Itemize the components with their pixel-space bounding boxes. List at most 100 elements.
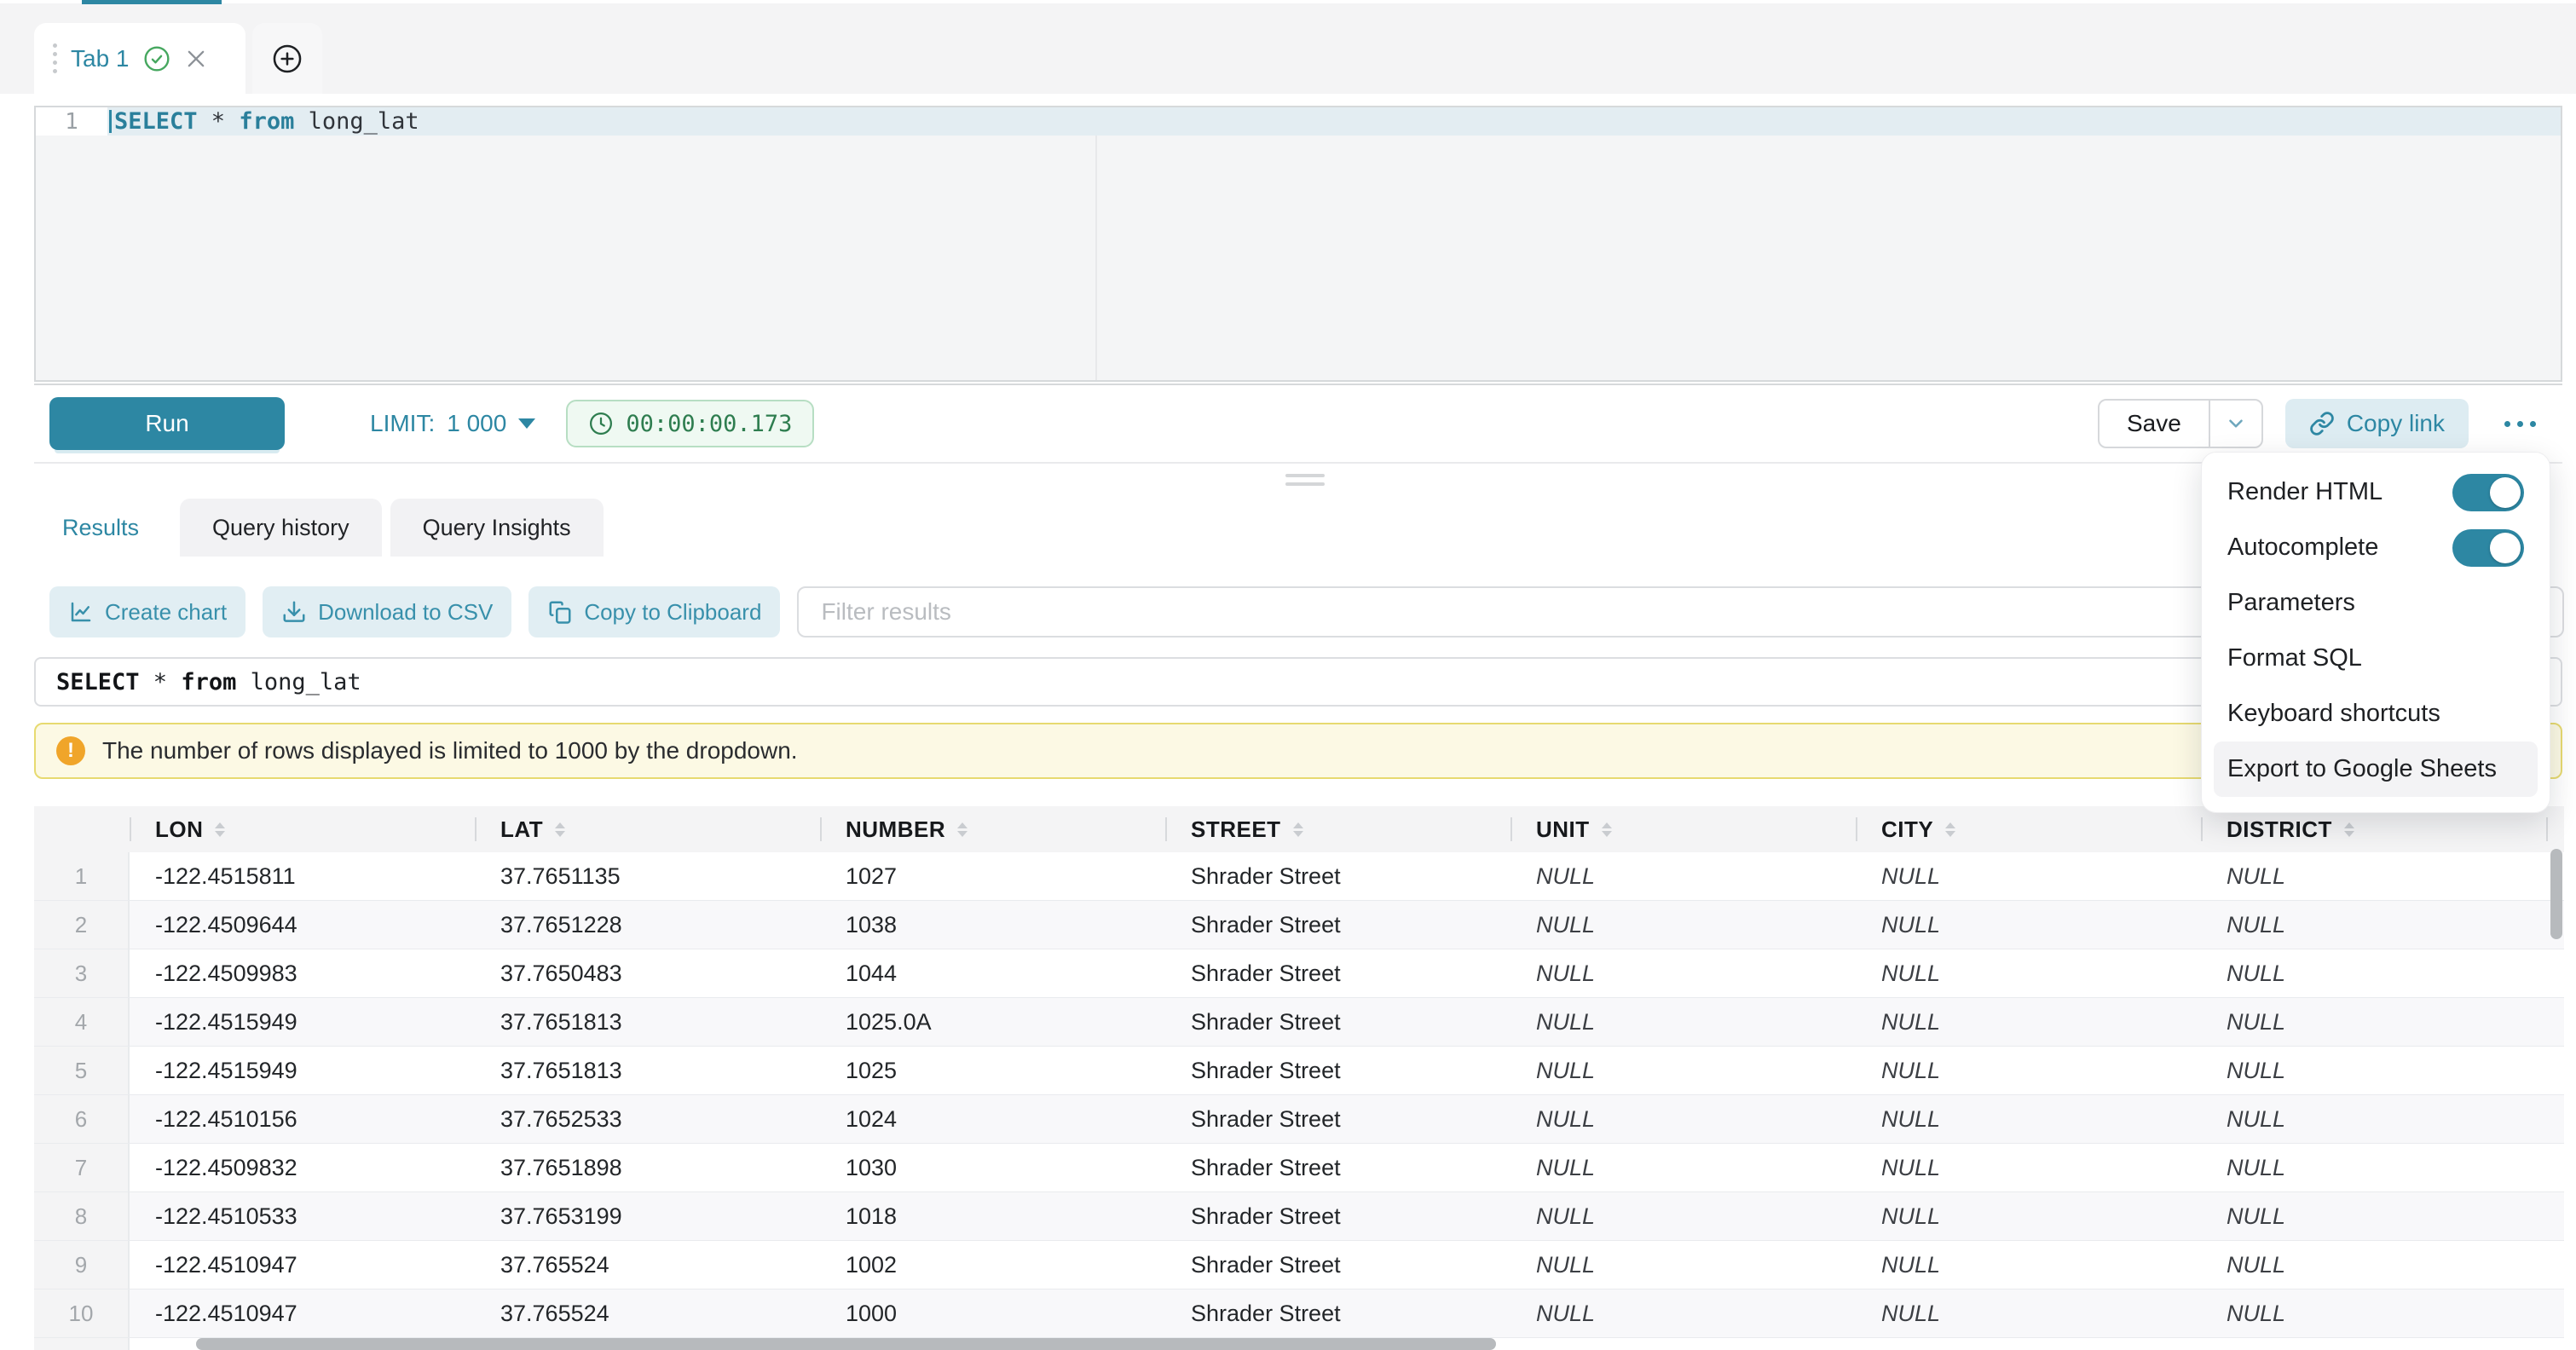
menu-item-keyboard-shortcuts[interactable]: Keyboard shortcuts bbox=[2214, 686, 2538, 741]
table-cell[interactable]: NULL bbox=[1856, 1144, 2201, 1191]
sort-icon[interactable] bbox=[957, 822, 967, 837]
save-options-button[interactable] bbox=[2209, 401, 2261, 447]
download-to-csv-button[interactable]: Download to CSV bbox=[263, 586, 511, 638]
table-cell[interactable] bbox=[2546, 1241, 2564, 1289]
sort-icon[interactable] bbox=[2344, 822, 2354, 837]
table-cell[interactable]: Shrader Street bbox=[1165, 1144, 1510, 1191]
results-tab-query-history[interactable]: Query history bbox=[180, 499, 382, 557]
table-cell[interactable]: NULL bbox=[2201, 1289, 2546, 1337]
table-row[interactable]: 2-122.450964437.76512281038Shrader Stree… bbox=[34, 901, 2564, 949]
table-cell[interactable]: NULL bbox=[2201, 1047, 2546, 1094]
table-cell[interactable]: NULL bbox=[1510, 1095, 1856, 1143]
save-button[interactable]: Save bbox=[2099, 401, 2209, 447]
table-cell[interactable]: Shrader Street bbox=[1165, 901, 1510, 949]
table-cell[interactable]: NULL bbox=[2201, 1241, 2546, 1289]
table-cell[interactable]: 1038 bbox=[820, 901, 1165, 949]
menu-item-format-sql[interactable]: Format SQL bbox=[2214, 631, 2538, 686]
table-cell[interactable]: NULL bbox=[1856, 1338, 2201, 1350]
table-cell[interactable]: 37.7651813 bbox=[475, 998, 820, 1046]
table-cell[interactable]: 1024 bbox=[820, 1095, 1165, 1143]
table-cell[interactable]: Shrader Street bbox=[1165, 998, 1510, 1046]
results-table[interactable]: LONLATNUMBERSTREETUNITCITYDISTRICTRE1-12… bbox=[34, 806, 2564, 1350]
table-cell[interactable]: NULL bbox=[2201, 852, 2546, 900]
column-header-city[interactable]: CITY bbox=[1856, 806, 2201, 852]
table-cell[interactable]: 37.7651813 bbox=[475, 1047, 820, 1094]
menu-item-export-to-google-sheets[interactable]: Export to Google Sheets bbox=[2214, 741, 2538, 797]
table-row[interactable]: 3-122.450998337.76504831044Shrader Stree… bbox=[34, 949, 2564, 998]
table-cell[interactable] bbox=[2546, 998, 2564, 1046]
table-cell[interactable]: 1000 bbox=[820, 1289, 1165, 1337]
table-cell[interactable]: -122.4515949 bbox=[130, 998, 475, 1046]
table-cell[interactable]: Shrader Street bbox=[1165, 852, 1510, 900]
copy-to-clipboard-button[interactable]: Copy to Clipboard bbox=[528, 586, 780, 638]
table-cell[interactable] bbox=[2546, 1192, 2564, 1240]
table-cell[interactable]: Shrader Street bbox=[1165, 949, 1510, 997]
sort-icon[interactable] bbox=[555, 822, 565, 837]
table-cell[interactable] bbox=[2546, 949, 2564, 997]
table-cell[interactable]: -122.4510156 bbox=[130, 1095, 475, 1143]
table-cell[interactable]: NULL bbox=[1510, 998, 1856, 1046]
column-header-number[interactable]: NUMBER bbox=[820, 806, 1165, 852]
table-cell[interactable]: NULL bbox=[2201, 1338, 2546, 1350]
table-cell[interactable]: NULL bbox=[2201, 1144, 2546, 1191]
menu-item-autocomplete[interactable]: Autocomplete bbox=[2214, 520, 2538, 575]
table-row[interactable]: 4-122.451594937.76518131025.0AShrader St… bbox=[34, 998, 2564, 1047]
toggle-autocomplete[interactable] bbox=[2452, 529, 2524, 567]
table-cell[interactable]: -122.4510947 bbox=[130, 1289, 475, 1337]
table-cell[interactable]: NULL bbox=[1510, 949, 1856, 997]
column-header-lon[interactable]: LON bbox=[130, 806, 475, 852]
table-cell[interactable] bbox=[2546, 1144, 2564, 1191]
table-cell[interactable]: -122.4509644 bbox=[130, 901, 475, 949]
table-cell[interactable]: 37.7650483 bbox=[475, 949, 820, 997]
table-cell[interactable]: NULL bbox=[1510, 901, 1856, 949]
table-cell[interactable]: 1002 bbox=[820, 1241, 1165, 1289]
table-cell[interactable]: NULL bbox=[1856, 1241, 2201, 1289]
toggle-render-html[interactable] bbox=[2452, 474, 2524, 511]
drag-handle-icon[interactable] bbox=[53, 43, 57, 73]
table-cell[interactable]: 37.7653199 bbox=[475, 1192, 820, 1240]
table-cell[interactable] bbox=[2546, 1095, 2564, 1143]
table-cell[interactable]: Shrader Street bbox=[1165, 1289, 1510, 1337]
run-query-button[interactable]: Run bbox=[49, 397, 285, 450]
column-header-lat[interactable]: LAT bbox=[475, 806, 820, 852]
table-cell[interactable]: 1025.0A bbox=[820, 998, 1165, 1046]
create-chart-button[interactable]: Create chart bbox=[49, 586, 245, 638]
table-cell[interactable]: NULL bbox=[1856, 1192, 2201, 1240]
table-cell[interactable] bbox=[2546, 1047, 2564, 1094]
editor-empty-area[interactable] bbox=[36, 136, 2561, 380]
table-cell[interactable]: 1018 bbox=[820, 1192, 1165, 1240]
new-tab-button[interactable] bbox=[252, 23, 322, 94]
table-cell[interactable]: 37.7651228 bbox=[475, 901, 820, 949]
table-cell[interactable]: Shrader Street bbox=[1165, 1047, 1510, 1094]
table-cell[interactable]: 1030 bbox=[820, 1144, 1165, 1191]
table-cell[interactable]: NULL bbox=[1510, 1144, 1856, 1191]
tab-active[interactable]: Tab 1 bbox=[34, 23, 245, 94]
pane-resize-handle[interactable] bbox=[1285, 474, 1325, 486]
table-cell[interactable]: 37.765524 bbox=[475, 1289, 820, 1337]
table-cell[interactable]: -122.4510947 bbox=[130, 1241, 475, 1289]
table-cell[interactable]: -122.4515811 bbox=[130, 852, 475, 900]
more-options-button[interactable] bbox=[2492, 399, 2547, 448]
table-cell[interactable]: -122.4509983 bbox=[130, 949, 475, 997]
table-row[interactable]: 10-122.451094737.7655241000Shrader Stree… bbox=[34, 1289, 2564, 1338]
table-cell[interactable]: NULL bbox=[2201, 1192, 2546, 1240]
table-cell[interactable]: -122.4510533 bbox=[130, 1192, 475, 1240]
sort-icon[interactable] bbox=[1945, 822, 1955, 837]
sort-icon[interactable] bbox=[1293, 822, 1303, 837]
copy-link-button[interactable]: Copy link bbox=[2285, 399, 2469, 448]
table-cell[interactable]: NULL bbox=[1856, 852, 2201, 900]
sql-editor[interactable]: 1 SELECT * from long_lat bbox=[34, 106, 2562, 382]
column-header-unit[interactable]: UNIT bbox=[1510, 806, 1856, 852]
table-cell[interactable]: NULL bbox=[1510, 1192, 1856, 1240]
table-cell[interactable]: 1044 bbox=[820, 949, 1165, 997]
table-row[interactable]: 7-122.450983237.76518981030Shrader Stree… bbox=[34, 1144, 2564, 1192]
table-cell[interactable]: Shrader Street bbox=[1165, 1241, 1510, 1289]
table-cell[interactable]: NULL bbox=[1856, 1289, 2201, 1337]
table-cell[interactable]: 37.7652533 bbox=[475, 1095, 820, 1143]
table-cell[interactable]: NULL bbox=[1856, 1047, 2201, 1094]
table-cell[interactable]: NULL bbox=[2201, 1095, 2546, 1143]
table-cell[interactable]: NULL bbox=[1510, 852, 1856, 900]
table-row[interactable]: 9-122.451094737.7655241002Shrader Street… bbox=[34, 1241, 2564, 1289]
table-row[interactable]: 6-122.451015637.76525331024Shrader Stree… bbox=[34, 1095, 2564, 1144]
sort-icon[interactable] bbox=[1602, 822, 1612, 837]
